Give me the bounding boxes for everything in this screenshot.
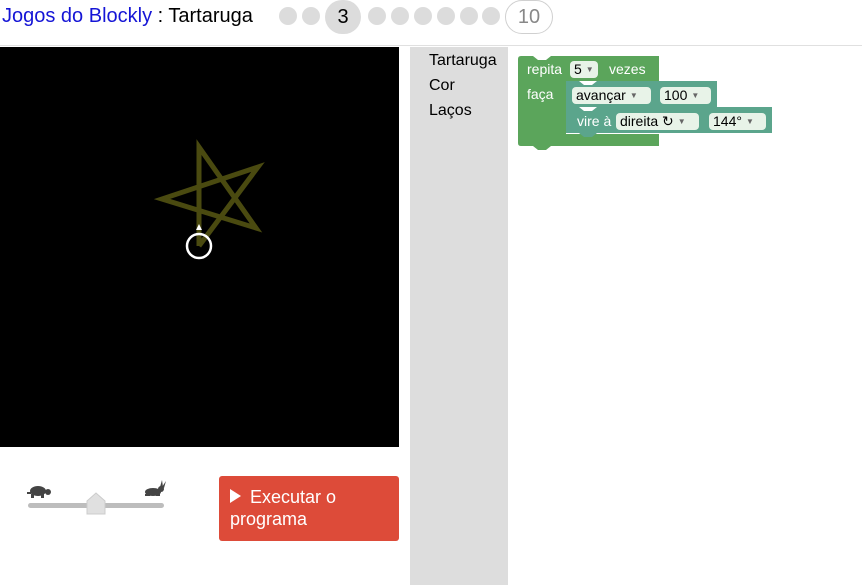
- toolbox-category-color[interactable]: Cor: [429, 77, 455, 95]
- chevron-down-icon: ▼: [745, 117, 754, 126]
- move-direction-dropdown[interactable]: avançar ▼: [572, 87, 651, 104]
- level-10-link[interactable]: 10: [505, 0, 553, 34]
- current-level-indicator: 3: [325, 0, 361, 34]
- chevron-down-icon: ▼: [691, 91, 700, 100]
- speed-slider-handle[interactable]: [86, 492, 106, 516]
- title-separator: :: [152, 5, 169, 27]
- game-name: Tartaruga: [168, 5, 253, 27]
- level-6-link[interactable]: [414, 7, 432, 25]
- move-amount-field[interactable]: 100 ▼: [660, 87, 711, 104]
- run-program-label: Executar o programa: [230, 487, 337, 529]
- turtle-canvas: [0, 47, 399, 447]
- rabbit-icon: [145, 480, 166, 496]
- play-icon: [230, 489, 241, 503]
- toolbox-category-turtle[interactable]: Tartaruga: [429, 52, 497, 70]
- header: Jogos do Blockly : Tartaruga 3 10: [0, 0, 862, 46]
- turn-direction-value: direita ↻: [620, 113, 674, 129]
- toolbox-category-loops[interactable]: Laços: [429, 102, 472, 120]
- chevron-down-icon: ▼: [585, 65, 594, 74]
- turtle-icon: [27, 486, 51, 498]
- blockly-workspace[interactable]: repita 5 ▼ vezes faça avançar ▼ 100 ▼ vire …: [508, 47, 862, 585]
- star-drawing: [153, 139, 265, 248]
- canvas-drawing: [153, 139, 265, 260]
- level-5-link[interactable]: [391, 7, 409, 25]
- level-4-link[interactable]: [368, 7, 386, 25]
- turn-angle-value: 144°: [713, 113, 742, 129]
- repeat-count-value: 5: [574, 61, 582, 77]
- level-1-link[interactable]: [279, 7, 297, 25]
- chevron-down-icon: ▼: [677, 117, 686, 126]
- page-title: Jogos do Blockly : Tartaruga: [2, 5, 253, 27]
- run-program-button[interactable]: Executar o programa: [219, 476, 399, 541]
- speed-slider[interactable]: [22, 478, 172, 518]
- level-8-link[interactable]: [460, 7, 478, 25]
- move-direction-value: avançar: [576, 87, 626, 103]
- level-7-link[interactable]: [437, 7, 455, 25]
- level-2-link[interactable]: [302, 7, 320, 25]
- turn-direction-dropdown[interactable]: direita ↻ ▼: [616, 113, 699, 130]
- repeat-count-field[interactable]: 5 ▼: [570, 61, 598, 78]
- times-label: vezes: [609, 61, 646, 77]
- app-home-link[interactable]: Jogos do Blockly: [2, 5, 152, 27]
- do-label: faça: [527, 86, 554, 102]
- level-9-link[interactable]: [482, 7, 500, 25]
- move-amount-value: 100: [664, 87, 688, 103]
- turn-label: vire à: [577, 113, 612, 129]
- chevron-down-icon: ▼: [629, 91, 638, 100]
- turn-angle-field[interactable]: 144° ▼: [709, 113, 766, 130]
- repeat-label: repita: [527, 61, 563, 77]
- toolbox: Tartaruga Cor Laços: [410, 47, 508, 585]
